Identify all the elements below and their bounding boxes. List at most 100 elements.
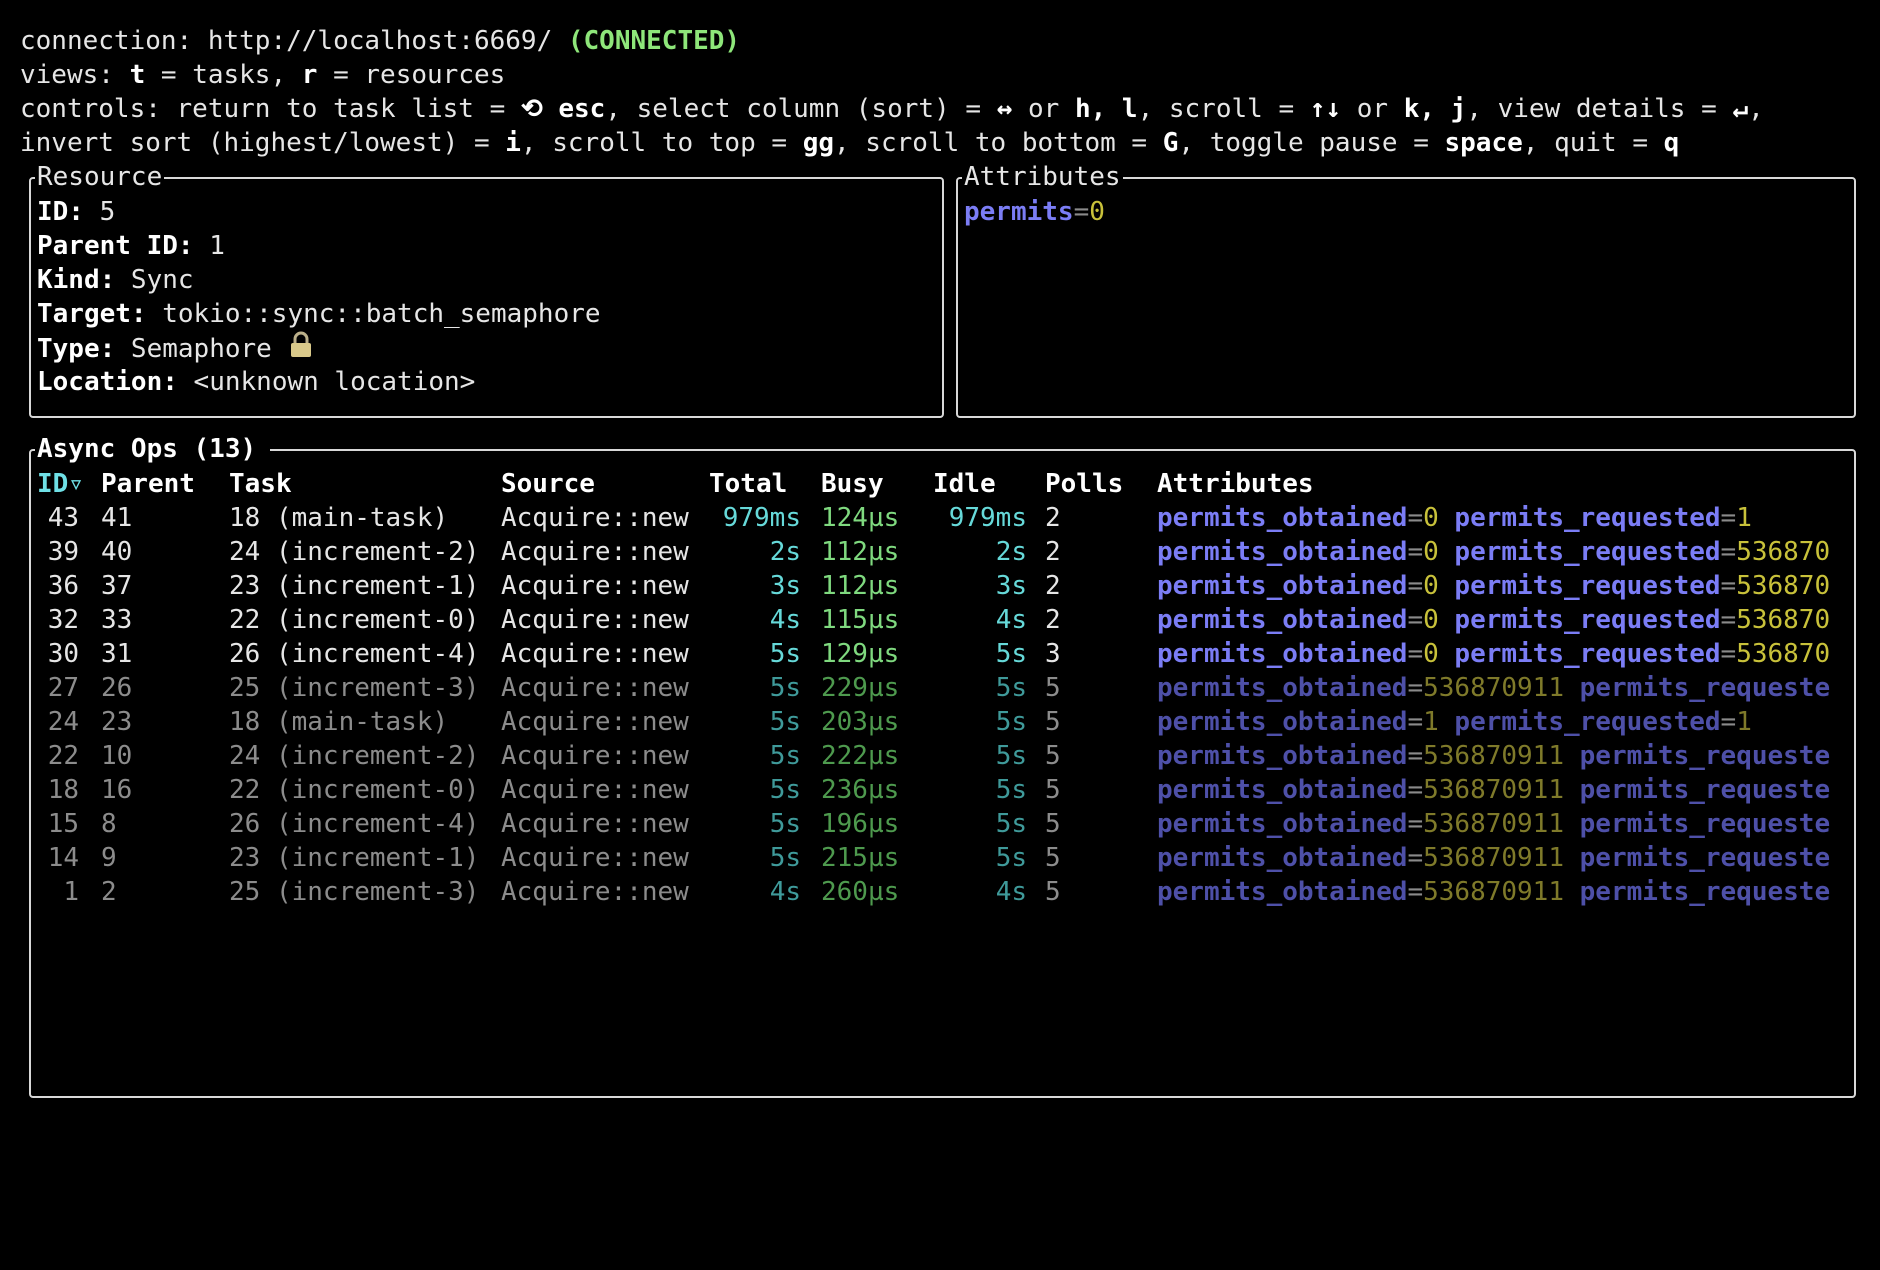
table-row[interactable]: 39 40 24 (increment-2) Acquire::new 2s 112µs 2…: [31, 535, 1851, 569]
control-key: ⟲ esc: [520, 94, 606, 124]
cell-busy: 229µs: [821, 673, 900, 703]
table-row[interactable]: 30 31 26 (increment-4) Acquire::new 5s 129µs 5…: [31, 637, 1851, 671]
control-text: , scroll to bottom =: [834, 128, 1163, 158]
cell-id: 39: [47, 537, 79, 567]
resource-id-row: ID: 5: [37, 195, 115, 229]
header-parent[interactable]: Parent: [101, 467, 195, 501]
control-key: gg: [802, 128, 834, 158]
cell-id: 15: [47, 809, 79, 839]
cell-source: Acquire::new: [501, 877, 689, 907]
views-label: views:: [20, 60, 130, 90]
attribute-value: 0: [1089, 197, 1105, 227]
cell-parent: 40: [101, 537, 133, 567]
cell-attributes: permits_obtained=0 permits_requested=1: [1157, 501, 1752, 535]
cell-task: 24 (increment-2): [229, 741, 480, 771]
cell-parent: 31: [101, 639, 133, 669]
attr-equals: =: [1407, 537, 1424, 567]
table-row[interactable]: 15 8 26 (increment-4) Acquire::new 5s 196µs 5s…: [31, 807, 1851, 841]
control-key: ↵: [1732, 94, 1749, 124]
attr-equals: =: [1720, 537, 1737, 567]
cell-attributes: permits_obtained=0 permits_requested=536…: [1157, 603, 1830, 637]
cell-idle: 2s: [995, 537, 1027, 567]
header-id[interactable]: ID▿: [37, 467, 84, 501]
attr-equals: =: [1720, 639, 1737, 669]
attr-name: permits_requested: [1454, 639, 1721, 669]
table-row[interactable]: 32 33 22 (increment-0) Acquire::new 4s 115µs 4…: [31, 603, 1851, 637]
attr-name: permits_obtained: [1157, 843, 1408, 873]
cell-parent: 8: [101, 809, 117, 839]
cell-idle: 5s: [995, 673, 1027, 703]
table-row[interactable]: 1 2 25 (increment-3) Acquire::new 4s 260µs 4s 5…: [31, 875, 1851, 909]
cell-polls: 2: [1045, 571, 1061, 601]
cell-task: 25 (increment-3): [229, 673, 480, 703]
cell-task: 22 (increment-0): [229, 775, 480, 805]
cell-source: Acquire::new: [501, 809, 689, 839]
table-row[interactable]: 18 16 22 (increment-0) Acquire::new 5s 236µs 5…: [31, 773, 1851, 807]
header-attributes[interactable]: Attributes: [1157, 467, 1314, 501]
table-row[interactable]: 36 37 23 (increment-1) Acquire::new 3s 112µs 3…: [31, 569, 1851, 603]
cell-id: 27: [47, 673, 79, 703]
cell-polls: 5: [1045, 809, 1061, 839]
cell-idle: 5s: [995, 843, 1027, 873]
cell-idle: 5s: [995, 639, 1027, 669]
resource-panel: Resource ID: 5 Parent ID: 1 Kind: Sync T…: [29, 160, 944, 418]
table-row[interactable]: 43 41 18 (main-task) Acquire::new 979ms 124µs…: [31, 501, 1851, 535]
cell-id: 14: [47, 843, 79, 873]
control-key: ↑↓: [1309, 94, 1342, 124]
connection-label: connection:: [20, 26, 208, 56]
resource-location-row: Location: <unknown location>: [37, 365, 475, 399]
cell-task: 23 (increment-1): [229, 843, 480, 873]
attr-value: 536870: [1736, 639, 1831, 669]
attr-name: permits_requeste: [1579, 775, 1831, 805]
header-task[interactable]: Task: [229, 467, 292, 501]
header-idle[interactable]: Idle: [933, 467, 996, 501]
attr-space: [1564, 775, 1580, 805]
cell-source: Acquire::new: [501, 503, 689, 533]
table-row[interactable]: 27 26 25 (increment-3) Acquire::new 5s 229µs 5…: [31, 671, 1851, 705]
cell-polls: 5: [1045, 673, 1061, 703]
attr-name: permits_obtained: [1157, 503, 1408, 533]
cell-parent: 16: [101, 775, 133, 805]
table-row[interactable]: 24 23 18 (main-task) Acquire::new 5s 203µs 5s 5…: [31, 705, 1851, 739]
header-polls[interactable]: Polls: [1045, 467, 1123, 501]
attr-space: [1439, 571, 1455, 601]
cell-parent: 33: [101, 605, 133, 635]
cell-idle: 5s: [995, 775, 1027, 805]
header-total[interactable]: Total: [709, 467, 787, 501]
cell-source: Acquire::new: [501, 741, 689, 771]
connection-line: connection: http://localhost:6669/ (CONN…: [20, 24, 740, 58]
resource-target-value: tokio::sync::batch_semaphore: [162, 299, 601, 329]
view-resources-key[interactable]: r: [302, 60, 318, 90]
attr-space: [1439, 605, 1455, 635]
cell-busy: 112µs: [821, 537, 900, 567]
resource-id-label: ID:: [37, 197, 100, 227]
attr-equals: =: [1720, 571, 1737, 601]
attr-equals: =: [1720, 605, 1737, 635]
cell-task: 26 (increment-4): [229, 639, 480, 669]
resource-target-label: Target:: [37, 299, 163, 329]
controls-line-2: invert sort (highest/lowest) = i, scroll…: [20, 126, 1679, 160]
table-row[interactable]: 22 10 24 (increment-2) Acquire::new 5s 222µs 5…: [31, 739, 1851, 773]
cell-idle: 3s: [995, 571, 1027, 601]
header-source[interactable]: Source: [501, 467, 595, 501]
cell-task: 18 (main-task): [229, 503, 449, 533]
cell-source: Acquire::new: [501, 843, 689, 873]
cell-source: Acquire::new: [501, 673, 689, 703]
attr-equals: =: [1407, 741, 1424, 771]
cell-busy: 236µs: [821, 775, 900, 805]
control-key: q: [1663, 128, 1680, 158]
header-busy[interactable]: Busy: [821, 467, 884, 501]
attr-value: 536870911: [1423, 673, 1564, 703]
connection-url: http://localhost:6669/: [207, 26, 553, 56]
attr-name: permits_requeste: [1579, 877, 1831, 907]
attr-name: permits_requested: [1454, 707, 1721, 737]
attr-name: permits_obtained: [1157, 741, 1408, 771]
cell-id: 36: [47, 571, 79, 601]
attr-equals: =: [1407, 605, 1424, 635]
cell-total: 4s: [769, 877, 801, 907]
cell-polls: 3: [1045, 639, 1061, 669]
table-row[interactable]: 14 9 23 (increment-1) Acquire::new 5s 215µs 5s…: [31, 841, 1851, 875]
resource-kind-row: Kind: Sync: [37, 263, 194, 297]
cell-task: 18 (main-task): [229, 707, 449, 737]
view-tasks-key[interactable]: t: [130, 60, 146, 90]
